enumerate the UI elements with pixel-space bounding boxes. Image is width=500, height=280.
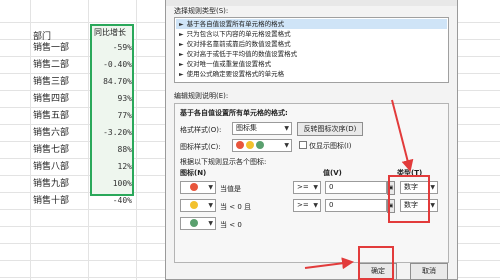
growth-cell[interactable]: 100% — [113, 175, 132, 193]
rule-type-list[interactable]: ► 基于各自值设置所有单元格的格式 ► 只为包含以下内容的单元格设置格式 ► 仅对排名… — [174, 17, 449, 83]
growth-cell[interactable]: -59% — [113, 39, 132, 57]
rule-cond-text: 当 < 0 — [220, 221, 242, 229]
icon-select-2[interactable]: ▼ — [180, 199, 216, 212]
rule-type-label: 选择规则类型(S): — [174, 7, 229, 15]
chevron-down-icon: ▼ — [430, 202, 435, 209]
growth-column-header[interactable]: 同比增长 — [94, 27, 126, 38]
dept-cell[interactable]: 销售二部 — [33, 56, 69, 74]
chevron-down-icon: ▼ — [284, 125, 289, 132]
ok-button-highlight — [358, 246, 394, 280]
conditional-format-dialog: 选择规则类型(S): ► 基于各自值设置所有单元格的格式 ► 只为包含以下内容的单元… — [165, 0, 458, 280]
value-input-2[interactable]: 0 — [325, 199, 387, 212]
icon-select-1[interactable]: ▼ — [180, 181, 216, 194]
format-style-select[interactable]: 图标集 ▼ — [232, 122, 292, 135]
icon-style-select[interactable]: ▼ — [232, 139, 292, 152]
show-icon-only-checkbox[interactable] — [299, 141, 307, 149]
rule-cond-text: 当值是 — [220, 185, 241, 193]
grid-col-line — [88, 0, 89, 280]
reverse-icon-order-button[interactable]: 反转图标次序(D) — [297, 122, 363, 136]
growth-cell[interactable]: -0.40% — [103, 56, 132, 74]
dept-cell[interactable]: 销售三部 — [33, 73, 69, 91]
yellow-circle-icon — [246, 141, 255, 149]
arrow-right-icon: ► — [179, 71, 184, 78]
rule-desc-label: 根据以下规则显示各个图标: — [180, 158, 267, 166]
icon-column-header: 图标(N) — [180, 169, 207, 177]
rule-type-item[interactable]: ► 基于各自值设置所有单元格的格式 — [176, 19, 447, 29]
dept-cell[interactable]: 销售五部 — [33, 107, 69, 125]
growth-cell[interactable]: -3.20% — [103, 124, 132, 142]
value-column-header: 值(V) — [323, 169, 342, 177]
arrow-right-icon: ► — [179, 51, 184, 58]
rule-type-item[interactable]: ► 只为包含以下内容的单元格设置格式 — [179, 29, 291, 39]
rule-type-item[interactable]: ► 仅对高于或低于平均值的数值设置格式 — [179, 49, 297, 59]
dept-cell[interactable]: 销售六部 — [33, 124, 69, 142]
arrow-right-icon: ► — [179, 41, 184, 48]
edit-rule-label: 编辑规则说明(E): — [174, 92, 229, 100]
dept-cell[interactable]: 销售十部 — [33, 192, 69, 210]
dept-cell[interactable]: 销售四部 — [33, 90, 69, 108]
icon-select-3[interactable]: ▼ — [180, 217, 216, 230]
red-circle-icon — [190, 183, 198, 191]
rule-type-item[interactable]: ► 仅对唯一值或重复值设置格式 — [179, 59, 271, 69]
chevron-down-icon: ▼ — [430, 184, 435, 191]
edit-rule-title: 基于各自值设置所有单元格的格式: — [180, 109, 288, 117]
yellow-circle-icon — [190, 201, 198, 209]
arrow-right-icon: ► — [179, 61, 184, 68]
icon-style-label: 图标样式(C): — [180, 143, 221, 151]
show-icon-only-label: 仅显示图标(I) — [309, 142, 352, 150]
green-circle-icon — [256, 141, 265, 149]
chevron-down-icon: ▼ — [208, 184, 213, 191]
growth-cell[interactable]: 88% — [118, 141, 132, 159]
chevron-down-icon: ▼ — [284, 142, 289, 149]
dept-cell[interactable]: 销售七部 — [33, 141, 69, 159]
growth-cell[interactable]: -40% — [113, 192, 132, 210]
dept-cell[interactable]: 销售八部 — [33, 158, 69, 176]
dept-cell[interactable]: 销售九部 — [33, 175, 69, 193]
chevron-down-icon: ▼ — [313, 202, 318, 209]
growth-cell[interactable]: 84.70% — [103, 73, 132, 91]
rule-type-item[interactable]: ► 仅对排名靠前或靠后的数值设置格式 — [179, 39, 291, 49]
red-circle-icon — [236, 141, 244, 149]
value-input-1[interactable]: 0 — [325, 181, 387, 194]
arrow-right-icon: ► — [179, 31, 184, 38]
green-circle-icon — [190, 219, 198, 227]
chevron-down-icon: ▼ — [313, 184, 318, 191]
growth-cell[interactable]: 93% — [118, 90, 132, 108]
growth-cell[interactable]: 77% — [118, 107, 132, 125]
format-style-label: 格式样式(O): — [180, 126, 222, 134]
grid-col-line — [30, 0, 31, 280]
chevron-down-icon: ▼ — [208, 220, 213, 227]
operator-select-1[interactable]: >= ▼ — [293, 181, 321, 194]
rule-type-item[interactable]: ► 使用公式确定要设置格式的单元格 — [179, 69, 284, 79]
dept-cell[interactable]: 销售一部 — [33, 39, 69, 57]
type-column-highlight — [388, 175, 430, 223]
chevron-down-icon: ▼ — [208, 202, 213, 209]
arrow-right-icon: ► — [179, 21, 184, 28]
operator-select-2[interactable]: >= ▼ — [293, 199, 321, 212]
cancel-button[interactable]: 取消 — [410, 263, 448, 280]
growth-cell[interactable]: 12% — [118, 158, 132, 176]
grid-col-line — [136, 0, 137, 280]
rule-cond-text: 当 < 0 且 — [220, 203, 251, 211]
